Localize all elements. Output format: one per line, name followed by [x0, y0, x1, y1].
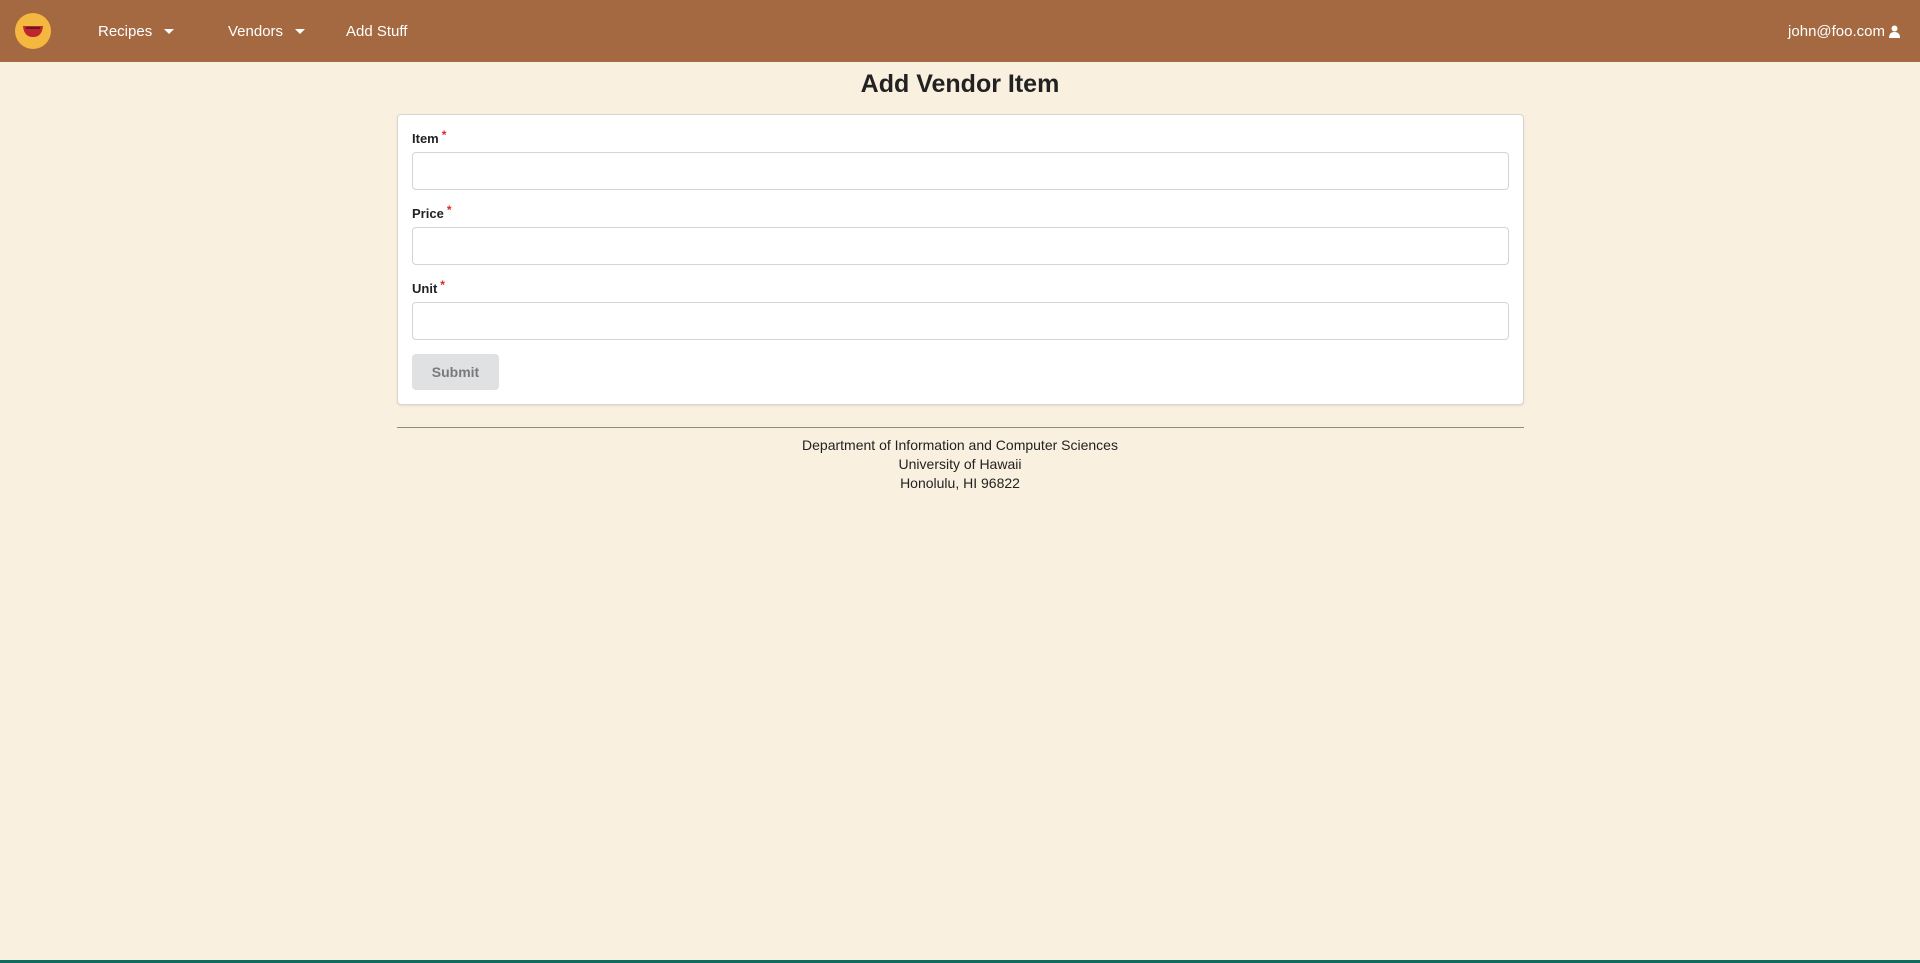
- nav-add-stuff-label: Add Stuff: [346, 22, 408, 40]
- bowl-logo-icon[interactable]: [15, 13, 51, 49]
- submit-button[interactable]: Submit: [412, 354, 499, 390]
- user-icon: [1889, 25, 1900, 38]
- caret-down-icon: [295, 28, 306, 34]
- footer-address: Honolulu, HI 96822: [900, 475, 1020, 491]
- footer: Department of Information and Computer S…: [0, 436, 1920, 493]
- top-navbar: Recipes Vendors Add Stuff john@foo.com: [0, 0, 1920, 62]
- unit-field-label: Unit *: [412, 278, 445, 296]
- unit-label-text: Unit: [412, 281, 438, 296]
- price-field-label: Price *: [412, 203, 452, 221]
- required-marker: *: [446, 203, 452, 217]
- item-field-label: Item *: [412, 128, 447, 146]
- required-marker: *: [440, 278, 445, 292]
- footer-department: Department of Information and Computer S…: [802, 437, 1118, 453]
- page-title: Add Vendor Item: [860, 70, 1060, 98]
- item-label-text: Item: [412, 131, 439, 146]
- price-input[interactable]: [412, 227, 1509, 265]
- item-input[interactable]: [412, 152, 1509, 190]
- nav-recipes-dropdown[interactable]: Recipes: [98, 0, 175, 62]
- nav-add-stuff-link[interactable]: Add Stuff: [346, 0, 407, 62]
- price-label-text: Price: [412, 206, 444, 221]
- user-email: john@foo.com: [1788, 22, 1885, 40]
- footer-university: University of Hawaii: [898, 456, 1022, 472]
- nav-recipes-label: Recipes: [98, 22, 153, 40]
- caret-down-icon: [164, 28, 175, 34]
- add-vendor-item-form: Item * Price * Unit * Submit: [397, 114, 1524, 405]
- nav-vendors-dropdown[interactable]: Vendors: [228, 0, 306, 62]
- user-menu[interactable]: john@foo.com: [1788, 0, 1900, 62]
- unit-input[interactable]: [412, 302, 1509, 340]
- required-marker: *: [441, 128, 447, 142]
- footer-divider: [397, 427, 1524, 428]
- nav-vendors-label: Vendors: [228, 22, 284, 40]
